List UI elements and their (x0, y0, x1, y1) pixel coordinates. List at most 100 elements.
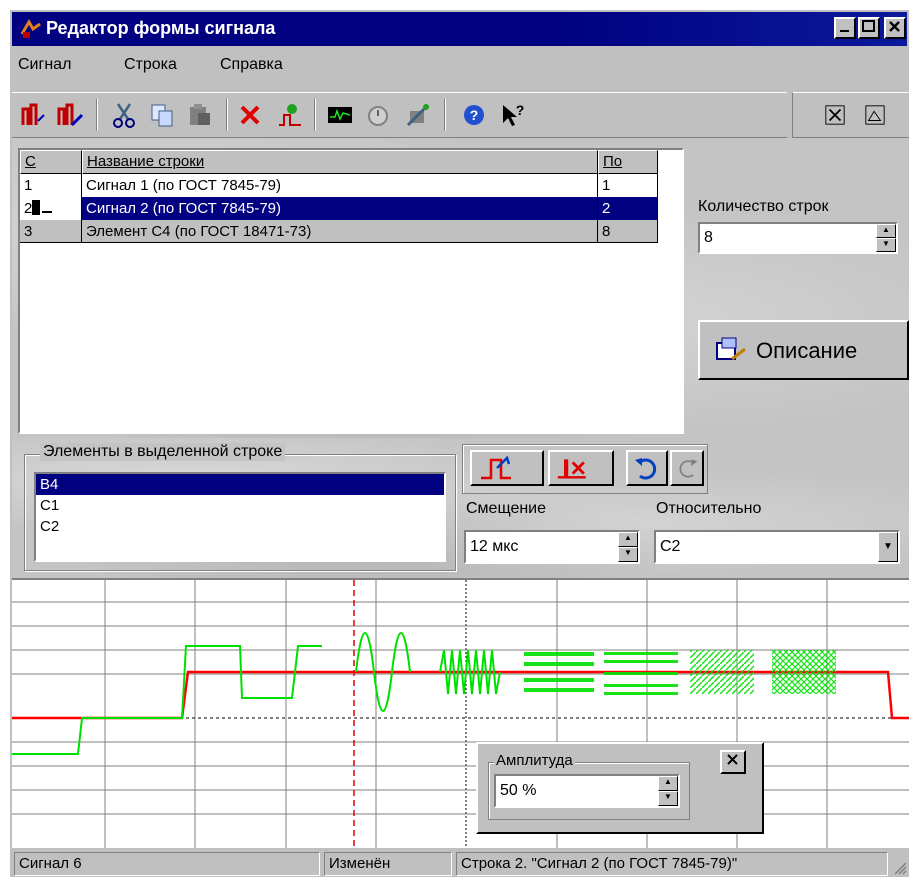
redo-icon (679, 459, 698, 478)
paste-icon[interactable] (184, 99, 216, 131)
amplitude-label: Амплитуда (494, 752, 575, 769)
new-signal-icon[interactable] (18, 99, 50, 131)
cell-po: 2 (598, 197, 658, 220)
description-label: Описание (756, 338, 858, 363)
cut-icon[interactable] (108, 99, 140, 131)
image-icon[interactable] (859, 99, 891, 131)
svg-text:?: ? (470, 107, 479, 123)
table-row[interactable]: 1 Сигнал 1 (по ГОСТ 7845-79) 1 (20, 174, 660, 197)
menu-signal[interactable]: Сигнал (18, 56, 71, 74)
spin-up-button[interactable]: ▲ (618, 532, 638, 547)
amplitude-value: 50 % (500, 782, 537, 799)
trace-green-fast (439, 649, 501, 695)
description-button[interactable]: Описание (698, 320, 909, 380)
trace-green (12, 645, 322, 755)
waveform-plot[interactable] (12, 580, 909, 848)
cell-name: Сигнал 2 (по ГОСТ 7845-79) (82, 197, 598, 220)
redo-button[interactable] (670, 450, 704, 486)
rows-count-label: Количество строк (698, 198, 829, 215)
relative-label: Относительно (656, 500, 762, 517)
offset-value: 12 мкс (470, 538, 519, 555)
elements-list[interactable]: B4 C1 C2 (34, 472, 446, 562)
offset-spinner[interactable]: 12 мкс ▲ ▼ (464, 530, 640, 564)
rows-table[interactable]: С Название строки По 1 Сигнал 1 (по ГОСТ… (18, 148, 684, 434)
spin-down-button[interactable]: ▼ (876, 238, 896, 252)
spin-down-button[interactable]: ▼ (658, 791, 678, 806)
toolbar-separator (444, 99, 446, 131)
svg-text:?: ? (516, 102, 525, 118)
table-empty-area (660, 150, 682, 432)
minimize-button[interactable] (834, 17, 856, 39)
close-doc-icon[interactable] (819, 99, 851, 131)
cursor-underline (42, 211, 53, 213)
menu-row[interactable]: Строка (124, 56, 177, 74)
remove-element-icon (557, 459, 586, 479)
cell-po: 1 (598, 174, 658, 197)
cell-name: Элемент С4 (по ГОСТ 18471-73) (82, 220, 598, 243)
header-po[interactable]: По (598, 150, 658, 174)
rows-count-value: 8 (704, 229, 713, 246)
menu-bar: Сигнал Строка Справка (12, 48, 907, 82)
add-element-button[interactable] (470, 450, 544, 486)
list-item[interactable]: C1 (36, 495, 444, 516)
chart-grid (12, 580, 909, 848)
dropdown-button[interactable]: ▼ (878, 532, 898, 562)
tools-icon[interactable] (402, 99, 434, 131)
toolbar-separator (226, 99, 228, 131)
table-row[interactable]: 3 Элемент С4 (по ГОСТ 18471-73) 8 (20, 220, 660, 243)
close-button[interactable] (884, 17, 906, 39)
table-row-selected[interactable]: 2 Сигнал 2 (по ГОСТ 7845-79) 2 (20, 197, 660, 220)
cell-c: 1 (20, 174, 82, 197)
menu-help[interactable]: Справка (220, 56, 283, 74)
header-c[interactable]: С (20, 150, 82, 174)
help-icon[interactable]: ? (458, 99, 490, 131)
cell-name: Сигнал 1 (по ГОСТ 7845-79) (82, 174, 598, 197)
header-name[interactable]: Название строки (82, 150, 598, 174)
toolbar-right (792, 92, 909, 138)
copy-icon[interactable] (146, 99, 178, 131)
elements-label: Элементы в выделенной строке (40, 443, 286, 461)
resize-grip-icon[interactable] (891, 859, 907, 875)
delete-signal-icon[interactable] (54, 99, 86, 131)
relative-select[interactable]: C2 ▼ (654, 530, 900, 564)
app-window: Редактор формы сигнала Сигнал Строка Спр… (10, 10, 909, 877)
window-title: Редактор формы сигнала (46, 18, 276, 38)
status-signal: Сигнал 6 (14, 852, 320, 876)
delete-icon[interactable] (234, 99, 266, 131)
timer-icon[interactable] (362, 99, 394, 131)
cell-po: 8 (598, 220, 658, 243)
edit-doc-icon (716, 337, 746, 361)
spin-down-button[interactable]: ▼ (618, 547, 638, 562)
spin-up-button[interactable]: ▲ (658, 776, 678, 791)
cell-c-value: 2 (24, 200, 33, 217)
app-icon (20, 19, 41, 38)
remove-element-button[interactable] (548, 450, 614, 486)
toolbar-separator (314, 99, 316, 131)
amplitude-spinner[interactable]: 50 % ▲ ▼ (494, 774, 680, 808)
cell-c: 3 (20, 220, 82, 243)
maximize-button[interactable] (858, 17, 880, 39)
text-cursor (32, 200, 41, 215)
status-state: Изменён (324, 852, 452, 876)
add-element-icon (481, 455, 511, 480)
cell-c: 2 (20, 197, 82, 220)
status-bar: Сигнал 6 Изменён Строка 2. "Сигнал 2 (по… (12, 850, 909, 877)
undo-button[interactable] (626, 450, 668, 486)
context-help-icon[interactable]: ? (496, 99, 528, 131)
title-bar[interactable]: Редактор формы сигнала (12, 12, 907, 46)
rows-count-spinner[interactable]: 8 ▲ ▼ (698, 222, 898, 254)
list-item[interactable]: C2 (36, 516, 444, 537)
relative-value: C2 (660, 538, 681, 555)
spin-up-button[interactable]: ▲ (876, 224, 896, 238)
toolbar: ? ? (12, 92, 787, 138)
amplitude-panel[interactable]: Амплитуда 50 % ▲ ▼ (476, 742, 764, 834)
toolbar-separator (96, 99, 98, 131)
oscilloscope-icon[interactable] (324, 99, 356, 131)
status-row: Строка 2. "Сигнал 2 (по ГОСТ 7845-79)" (456, 852, 888, 876)
insert-element-icon[interactable] (274, 99, 306, 131)
undo-icon (635, 458, 657, 480)
offset-label: Смещение (466, 500, 547, 517)
amplitude-close-button[interactable] (720, 750, 746, 774)
list-item-selected[interactable]: B4 (36, 474, 444, 495)
signal-chart[interactable] (12, 578, 909, 848)
